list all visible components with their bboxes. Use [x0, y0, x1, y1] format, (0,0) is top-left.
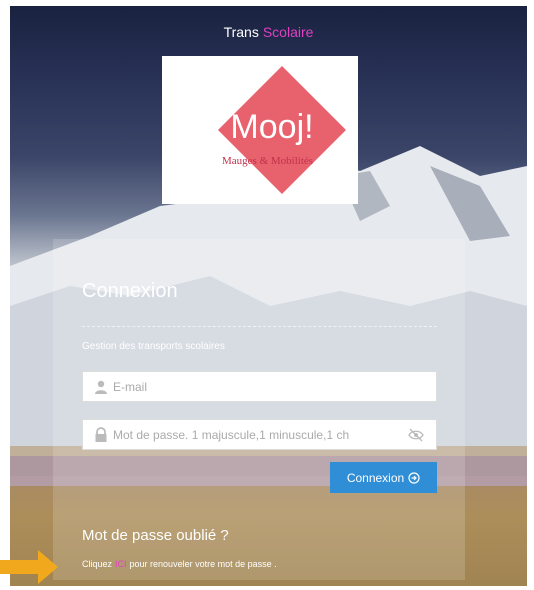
brand-name-part2: Scolaire [262, 24, 314, 40]
arrow-circle-right-icon [408, 471, 420, 484]
hint-prefix: Cliquez [82, 559, 113, 569]
hint-suffix: pour renouveler votre mot de passe . [129, 559, 277, 569]
login-title: Connexion [82, 280, 178, 302]
forgot-password-title: Mot de passe oublié ? [82, 527, 229, 544]
mooj-logo: Mooj! Mauges & Mobilités [162, 56, 358, 204]
forgot-password-hint: Cliquez ICI pour renouveler votre mot de p… [82, 559, 277, 569]
login-subtitle: Gestion des transports scolaires [82, 341, 225, 352]
brand-name-part1: Trans [223, 24, 259, 40]
password-input[interactable] [113, 420, 403, 449]
email-field[interactable] [82, 371, 437, 402]
divider [82, 326, 437, 327]
login-button-label: Connexion [346, 470, 405, 485]
toggle-visibility-icon[interactable] [408, 428, 424, 442]
login-button[interactable]: Connexion [330, 462, 437, 493]
logo-main-text: Mooj! [230, 108, 313, 146]
password-field[interactable] [82, 419, 437, 450]
lock-icon [95, 427, 107, 442]
user-icon [95, 380, 107, 394]
reset-password-link[interactable]: ICI [115, 559, 127, 569]
pointer-arrow-icon [0, 550, 58, 584]
email-input[interactable] [113, 372, 403, 401]
brand-title: Trans Scolaire [10, 24, 527, 40]
logo-sub-text: Mauges & Mobilités [222, 155, 313, 167]
